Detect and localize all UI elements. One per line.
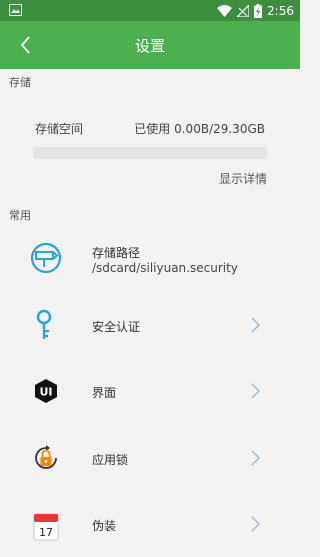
settings-row-app-lock[interactable]: 应用锁: [0, 425, 300, 491]
signpost-icon: [30, 242, 62, 274]
settings-row-label: 安全认证: [92, 320, 141, 334]
chevron-right-icon: [251, 317, 260, 333]
settings-row-label: 界面: [92, 386, 117, 400]
settings-row-label: 应用锁: [92, 453, 129, 467]
storage-progress-bar: [33, 147, 267, 159]
key-icon: [36, 309, 52, 339]
page-title: 设置: [134, 37, 165, 55]
wifi-icon: [217, 4, 233, 17]
chevron-right-icon: [251, 450, 260, 466]
status-bar: 2:56: [0, 0, 300, 21]
section-header-storage: 存储: [9, 76, 31, 89]
storage-label: 存储空间: [35, 122, 84, 136]
settings-row-security[interactable]: 安全认证: [0, 292, 300, 358]
chevron-right-icon: [251, 516, 260, 532]
storage-panel: 存储空间 已使用 0.00B/29.30GB 显示详情: [0, 92, 300, 194]
status-time: 2:56: [267, 3, 294, 18]
show-details-link[interactable]: 显示详情: [219, 170, 267, 187]
signal-icon: [237, 4, 250, 17]
settings-row-label: 存储路径: [92, 246, 141, 260]
settings-row-label: 伪装: [92, 519, 117, 533]
ui-badge-text: UI: [39, 386, 52, 399]
settings-row-interface[interactable]: UI 界面: [0, 358, 300, 424]
calendar-icon: 17: [33, 513, 59, 541]
chevron-right-icon: [251, 383, 260, 399]
settings-row-disguise[interactable]: 17 伪装: [0, 491, 300, 557]
storage-path-value: /sdcard/siliyuan.security: [92, 261, 238, 275]
storage-usage: 已使用 0.00B/29.30GB: [134, 122, 265, 136]
app-lock-icon: [35, 445, 57, 469]
battery-charging-icon: [254, 3, 263, 18]
app-bar: 设置: [0, 21, 300, 69]
settings-row-storage-path[interactable]: 存储路径 /sdcard/siliyuan.security: [0, 225, 300, 291]
ui-badge-icon: UI: [35, 379, 57, 403]
section-header-general: 常用: [9, 209, 31, 222]
image-icon: [9, 4, 22, 16]
